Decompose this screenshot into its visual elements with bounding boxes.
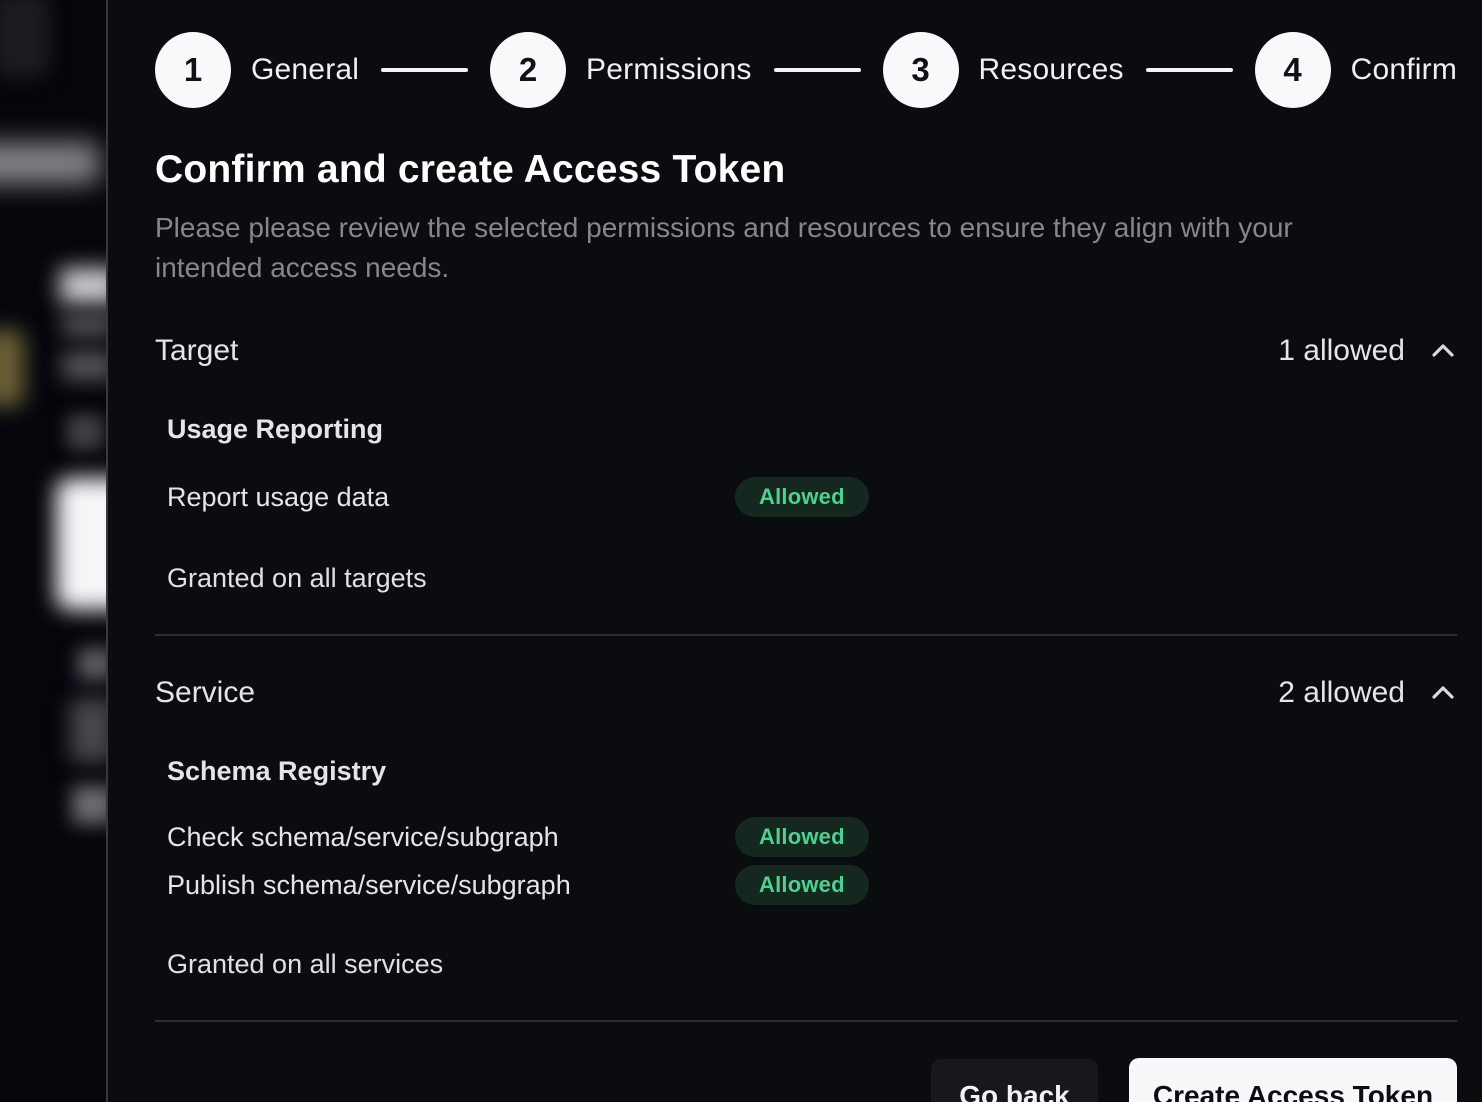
divider bbox=[155, 1020, 1457, 1022]
permission-group-schema-registry: Schema Registry Check schema/service/sub… bbox=[167, 756, 1457, 905]
section-service: Service 2 allowed Schema Registry Check … bbox=[155, 636, 1457, 1022]
backdrop-blur-shape bbox=[56, 478, 106, 610]
step-number-circle: 1 bbox=[155, 32, 231, 108]
create-access-token-button[interactable]: Create Access Token bbox=[1129, 1058, 1457, 1102]
wizard-stepper: 1 General 2 Permissions 3 Resources 4 Co… bbox=[155, 32, 1457, 108]
page-title: Confirm and create Access Token bbox=[155, 148, 1457, 192]
backdrop-blur-shape bbox=[0, 330, 24, 406]
permission-row: Publish schema/service/subgraph Allowed bbox=[167, 865, 1457, 905]
section-target-header[interactable]: Target 1 allowed bbox=[155, 334, 1457, 368]
backdrop-blur-shape bbox=[62, 314, 106, 336]
permission-row: Check schema/service/subgraph Allowed bbox=[167, 817, 1457, 857]
permission-group-usage-reporting: Usage Reporting Report usage data Allowe… bbox=[167, 414, 1457, 517]
step-number-circle: 2 bbox=[490, 32, 566, 108]
create-access-token-modal: 1 General 2 Permissions 3 Resources 4 Co… bbox=[106, 0, 1482, 1102]
allowed-count: 2 allowed bbox=[1278, 676, 1405, 710]
step-number-circle: 4 bbox=[1255, 32, 1331, 108]
stepper-connector bbox=[774, 68, 861, 72]
section-name: Service bbox=[155, 676, 255, 710]
backdrop-blur-shape bbox=[70, 698, 106, 762]
step-label: Confirm bbox=[1351, 53, 1457, 87]
backdrop-blur-shape bbox=[72, 786, 106, 824]
step-label: General bbox=[251, 53, 359, 87]
modal-footer: Go back Create Access Token bbox=[155, 1058, 1457, 1102]
backdrop-blur-shape bbox=[66, 414, 104, 450]
granted-note: Granted on all targets bbox=[167, 563, 1457, 594]
granted-note: Granted on all services bbox=[167, 949, 1457, 980]
step-resources[interactable]: 3 Resources bbox=[883, 32, 1124, 108]
go-back-button[interactable]: Go back bbox=[931, 1059, 1098, 1102]
status-badge: Allowed bbox=[735, 817, 869, 857]
section-name: Target bbox=[155, 334, 238, 368]
permission-label: Report usage data bbox=[167, 482, 735, 513]
stepper-connector bbox=[1146, 68, 1233, 72]
backdrop-blur-shape bbox=[0, 0, 50, 78]
step-confirm[interactable]: 4 Confirm bbox=[1255, 32, 1457, 108]
group-title: Usage Reporting bbox=[167, 414, 1457, 445]
allowed-count: 1 allowed bbox=[1278, 334, 1405, 368]
backdrop-blur-shape bbox=[62, 352, 106, 380]
status-badge: Allowed bbox=[735, 477, 869, 517]
backdrop bbox=[0, 0, 106, 1102]
chevron-up-icon[interactable] bbox=[1429, 679, 1457, 707]
step-general[interactable]: 1 General bbox=[155, 32, 359, 108]
page-subtitle: Please please review the selected permis… bbox=[155, 208, 1395, 288]
step-label: Resources bbox=[979, 53, 1124, 87]
section-target: Target 1 allowed Usage Reporting Report … bbox=[155, 288, 1457, 636]
permission-label: Check schema/service/subgraph bbox=[167, 822, 735, 853]
group-title: Schema Registry bbox=[167, 756, 1457, 787]
backdrop-blur-shape bbox=[0, 142, 100, 184]
chevron-up-icon[interactable] bbox=[1429, 337, 1457, 365]
permission-row: Report usage data Allowed bbox=[167, 477, 1457, 517]
stepper-connector bbox=[381, 68, 468, 72]
step-label: Permissions bbox=[586, 53, 752, 87]
backdrop-blur-shape bbox=[78, 648, 106, 680]
backdrop-blur-shape bbox=[60, 268, 106, 304]
permission-label: Publish schema/service/subgraph bbox=[167, 870, 735, 901]
step-number-circle: 3 bbox=[883, 32, 959, 108]
status-badge: Allowed bbox=[735, 865, 869, 905]
step-permissions[interactable]: 2 Permissions bbox=[490, 32, 752, 108]
section-service-header[interactable]: Service 2 allowed bbox=[155, 676, 1457, 710]
